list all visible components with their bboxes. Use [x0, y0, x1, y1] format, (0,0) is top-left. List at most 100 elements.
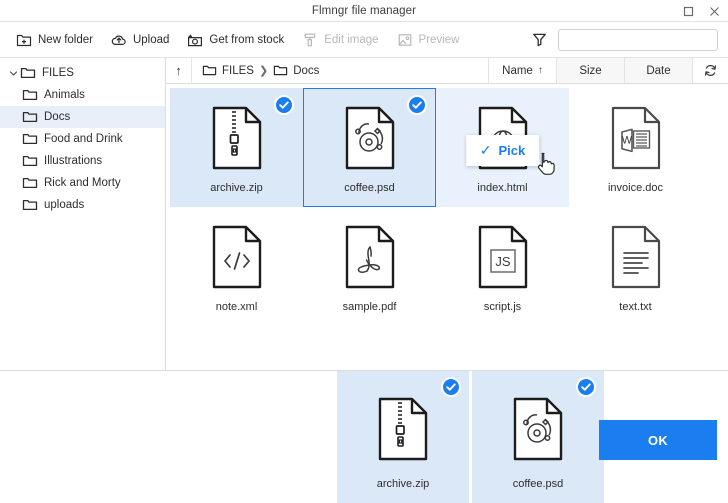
- maximize-glyph: [683, 6, 693, 16]
- file-tile-invoice-doc[interactable]: W invoice.doc: [569, 88, 702, 207]
- zip-file-icon: [376, 396, 430, 462]
- selected-check-icon[interactable]: [441, 377, 461, 397]
- folder-icon: [273, 63, 288, 78]
- upload-label: Upload: [132, 33, 170, 46]
- mouse-cursor-icon: [537, 152, 557, 181]
- new-folder-label: New folder: [38, 33, 93, 46]
- selected-file-coffee-psd[interactable]: coffee.psd: [472, 371, 604, 503]
- toolbar: New folder Upload Get from stock Edit im…: [0, 22, 728, 58]
- txt-file-icon: [609, 224, 663, 290]
- file-name: text.txt: [619, 301, 652, 313]
- up-arrow-icon: ↑: [175, 63, 182, 78]
- sidebar-item-label: Food and Drink: [44, 133, 123, 145]
- preview-label: Preview: [418, 33, 460, 46]
- file-name: archive.zip: [210, 182, 263, 194]
- sort-tab-label: Size: [579, 64, 602, 77]
- breadcrumb-item-docs[interactable]: Docs: [273, 63, 319, 78]
- sort-tab-name[interactable]: Name ↑: [488, 58, 556, 83]
- filter-icon[interactable]: [530, 31, 548, 49]
- refresh-button[interactable]: [692, 58, 728, 83]
- sort-tab-label: Name: [502, 64, 533, 77]
- sort-ascending-icon: ↑: [537, 65, 543, 76]
- sort-tab-label: Date: [646, 64, 671, 77]
- sidebar-item-docs[interactable]: Docs: [0, 106, 165, 128]
- pdf-file-icon: [343, 224, 397, 290]
- folder-icon: [20, 65, 36, 81]
- breadcrumb-label: FILES: [222, 64, 254, 77]
- folder-icon: [22, 175, 38, 191]
- edit-image-button[interactable]: Edit image: [294, 28, 386, 52]
- pick-button[interactable]: ✓ Pick: [465, 135, 540, 166]
- chevron-down-icon[interactable]: [6, 66, 20, 80]
- sidebar-item-food-and-drink[interactable]: Food and Drink: [0, 128, 165, 150]
- get-from-stock-button[interactable]: Get from stock: [179, 28, 292, 52]
- sort-tab-date[interactable]: Date: [624, 58, 692, 83]
- body-split: FILES Animals Docs Food and Drink Illust…: [0, 58, 728, 370]
- sidebar-item-label: Illustrations: [44, 155, 103, 167]
- folder-icon: [22, 197, 38, 213]
- sidebar-item-files[interactable]: FILES: [0, 62, 165, 84]
- selected-file-archive-zip[interactable]: archive.zip: [337, 371, 469, 503]
- file-tile-note-xml[interactable]: note.xml: [170, 207, 303, 326]
- camera-icon: [187, 32, 203, 48]
- sort-tabs: Name ↑ Size Date: [488, 58, 692, 83]
- sidebar-item-rick-and-morty[interactable]: Rick and Morty: [0, 172, 165, 194]
- close-glyph: [709, 6, 719, 16]
- file-tile-archive-zip[interactable]: archive.zip: [170, 88, 303, 207]
- upload-button[interactable]: Upload: [103, 28, 177, 52]
- doc-file-icon: W: [609, 105, 663, 171]
- file-name: archive.zip: [376, 478, 430, 490]
- file-tile-coffee-psd[interactable]: coffee.psd: [303, 88, 436, 207]
- file-tile-sample-pdf[interactable]: sample.pdf: [303, 207, 436, 326]
- close-icon[interactable]: [706, 3, 722, 19]
- zip-file-icon: [210, 105, 264, 171]
- sidebar-item-illustrations[interactable]: Illustrations: [0, 150, 165, 172]
- sidebar-item-animals[interactable]: Animals: [0, 84, 165, 106]
- pick-label: Pick: [498, 143, 526, 158]
- path-bar: ↑ FILES ❯ Docs Name ↑ Size Date: [166, 58, 728, 84]
- window-title: Flmngr file manager: [311, 4, 417, 17]
- get-from-stock-label: Get from stock: [209, 33, 285, 46]
- file-name: note.xml: [215, 301, 258, 313]
- file-tile-index-html[interactable]: ✓ Pick index.html: [436, 88, 569, 207]
- file-tile-text-txt[interactable]: text.txt: [569, 207, 702, 326]
- sidebar-item-label: uploads: [44, 199, 85, 211]
- pick-check-icon: ✓: [479, 142, 492, 158]
- sidebar-item-label: Rick and Morty: [44, 177, 121, 189]
- sidebar-item-label: Docs: [44, 111, 71, 123]
- file-tile-script-js[interactable]: JS script.js: [436, 207, 569, 326]
- file-name: script.js: [483, 301, 522, 313]
- file-name: coffee.psd: [512, 478, 564, 490]
- preview-image-icon: [397, 32, 413, 48]
- edit-image-label: Edit image: [324, 33, 379, 46]
- folder-icon: [22, 131, 38, 147]
- sidebar-item-label: Animals: [44, 89, 85, 101]
- preview-button[interactable]: Preview: [389, 28, 468, 52]
- xml-file-icon: [210, 224, 264, 290]
- file-manager-window: Flmngr file manager New folder Upload Ge…: [0, 0, 728, 503]
- new-folder-button[interactable]: New folder: [8, 28, 101, 52]
- file-grid: archive.zip coffee.psd ✓ Pick index.html…: [166, 84, 728, 370]
- breadcrumb: FILES ❯ Docs: [192, 58, 488, 83]
- file-name: index.html: [477, 182, 528, 194]
- sidebar-item-label: FILES: [42, 67, 74, 79]
- ok-button[interactable]: OK: [599, 420, 717, 460]
- maximize-icon[interactable]: [680, 3, 696, 19]
- title-bar: Flmngr file manager: [0, 0, 728, 22]
- paint-roller-icon: [302, 32, 318, 48]
- psd-file-icon: [343, 105, 397, 171]
- window-controls: [680, 0, 722, 22]
- search-input[interactable]: [558, 28, 718, 51]
- js-file-icon: JS: [476, 224, 530, 290]
- new-folder-icon: [16, 32, 32, 48]
- svg-text:JS: JS: [495, 254, 511, 269]
- file-name: coffee.psd: [344, 182, 395, 194]
- go-up-button[interactable]: ↑: [166, 58, 192, 83]
- selected-check-icon[interactable]: [576, 377, 596, 397]
- folder-icon: [22, 109, 38, 125]
- file-name: sample.pdf: [342, 301, 397, 313]
- sort-tab-size[interactable]: Size: [556, 58, 624, 83]
- sidebar-item-uploads[interactable]: uploads: [0, 194, 165, 216]
- breadcrumb-item-files[interactable]: FILES: [202, 63, 254, 78]
- svg-text:W: W: [621, 135, 632, 147]
